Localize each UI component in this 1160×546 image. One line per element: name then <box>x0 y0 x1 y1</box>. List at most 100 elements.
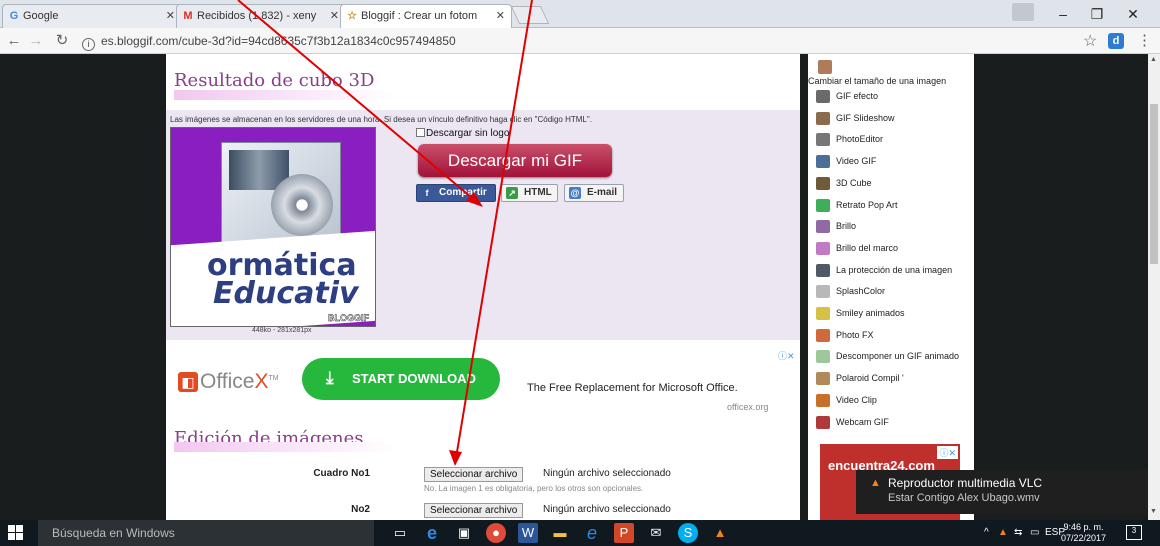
webcam-icon <box>816 415 830 429</box>
file-status-1: Ningún archivo seleccionado <box>543 468 671 479</box>
user-profile-button[interactable] <box>1012 3 1034 21</box>
sidebar-item[interactable]: Photo FX <box>816 327 874 347</box>
windows-start-icon[interactable] <box>8 525 24 541</box>
windows-taskbar: Búsqueda en Windows ▭ e ▣ ● W ▬ e P ✉ S … <box>0 520 1160 546</box>
chrome-icon[interactable]: ● <box>486 523 506 543</box>
network-icon[interactable]: ⇆ <box>1014 520 1022 546</box>
sidebar-item[interactable]: Smiley animados <box>816 305 905 325</box>
restore-icon[interactable]: ❐ <box>1082 4 1112 24</box>
adchoices-icon[interactable]: ⓘ✕ <box>778 349 795 362</box>
powerpoint-icon[interactable]: P <box>614 523 634 543</box>
download-gif-button[interactable]: Descargar mi GIF <box>418 144 612 177</box>
decompose-icon <box>816 350 830 364</box>
tools-sidebar: Cambiar el tamaño de una imagen GIF efec… <box>808 54 974 520</box>
sidebar-item[interactable]: 3D Cube <box>816 175 872 195</box>
tab-strip: G Google ✕ M Recibidos (1.832) - xeny ✕ … <box>0 0 1160 29</box>
sidebar-item[interactable]: Webcam GIF <box>816 414 889 434</box>
sidebar-item-label: PhotoEditor <box>836 134 884 145</box>
edge-icon[interactable]: e <box>422 523 442 543</box>
field-hint: No. La imagen 1 es obligatoria, pero los… <box>424 484 644 493</box>
vlc-notification[interactable]: ▲ Reproductor multimedia VLC Estar Conti… <box>856 470 1148 514</box>
sidebar-item[interactable]: SplashColor <box>816 283 885 303</box>
sidebar-item[interactable]: Retrato Pop Art <box>816 197 898 217</box>
video-clip-icon <box>816 393 830 407</box>
action-center-icon[interactable]: 3 <box>1126 525 1142 540</box>
sidebar-item[interactable]: Video Clip <box>816 392 877 412</box>
vlc-icon[interactable]: ▲ <box>710 523 730 543</box>
menu-icon[interactable]: ⋮ <box>1137 31 1152 49</box>
bookmark-star-icon[interactable]: ☆ <box>1083 31 1097 51</box>
vlc-cone-icon: ▲ <box>870 477 881 489</box>
html-code-button[interactable]: ↗ HTML <box>501 184 558 202</box>
task-view-icon[interactable]: ▭ <box>390 523 410 543</box>
back-icon[interactable]: ← <box>4 31 24 51</box>
sidebar-item[interactable]: PhotoEditor <box>816 131 883 151</box>
smiley-icon <box>816 307 830 320</box>
bloggif-favicon-icon: ☆ <box>347 10 357 22</box>
battery-icon[interactable]: ▭ <box>1030 520 1039 546</box>
email-button[interactable]: @ E-mail <box>564 184 624 202</box>
tab-gmail[interactable]: M Recibidos (1.832) - xeny ✕ <box>176 4 346 28</box>
tab-bloggif[interactable]: ☆ Bloggif : Crear un fotom ✕ <box>340 4 512 29</box>
window-close-icon[interactable]: ✕ <box>1118 4 1148 24</box>
sidebar-item-label: GIF Slideshow <box>836 112 895 123</box>
start-download-label: START DOWNLOAD <box>352 371 476 386</box>
officex-logo-icon: ◧ <box>178 372 198 392</box>
file-select-button-1[interactable]: Seleccionar archivo <box>424 467 524 482</box>
facebook-icon: f <box>425 188 429 198</box>
tray-vlc-icon[interactable]: ▲ <box>998 520 1008 546</box>
sidebar-item[interactable]: Video GIF <box>816 153 876 173</box>
address-bar[interactable]: i es.bloggif.com/cube-3d?id=94cd8635c7f3b… <box>82 31 1060 51</box>
scrollbar-thumb[interactable] <box>1150 104 1158 264</box>
scroll-down-icon[interactable]: ▼ <box>1150 508 1157 515</box>
storage-note: Las imágenes se almacenan en los servido… <box>170 115 592 124</box>
info-icon[interactable]: i <box>82 38 95 51</box>
resize-icon <box>818 60 832 74</box>
result-title: Resultado de cubo 3D <box>174 70 375 91</box>
sidebar-item-label: Brillo del marco <box>836 242 899 253</box>
sidebar-item[interactable]: Polaroid Compil ' <box>816 370 904 390</box>
new-tab-button[interactable] <box>510 6 550 24</box>
checkbox-box[interactable] <box>416 128 425 137</box>
sidebar-item[interactable]: Brillo <box>816 218 856 238</box>
tab-google[interactable]: G Google ✕ <box>2 4 182 28</box>
share-facebook-button[interactable]: f Compartir <box>416 184 496 202</box>
file-select-button-2[interactable]: Seleccionar archivo <box>424 503 524 518</box>
taskbar-search-input[interactable]: Búsqueda en Windows <box>38 520 374 546</box>
internet-explorer-icon[interactable]: e <box>582 523 602 543</box>
sidebar-head[interactable]: Cambiar el tamaño de una imagen <box>808 76 946 86</box>
file-status-2: Ningún archivo seleccionado <box>543 504 671 515</box>
ad-url[interactable]: officex.org <box>727 402 768 412</box>
adchoices-icon[interactable]: ⓘ✕ <box>937 446 958 459</box>
close-icon[interactable]: ✕ <box>330 5 339 27</box>
gif-info: 448ko - 281x281px <box>252 327 312 334</box>
skype-icon[interactable]: S <box>678 523 698 543</box>
sidebar-item[interactable]: GIF efecto <box>816 88 878 108</box>
cube-gif-preview[interactable]: ormática Educativ BLOGGIF <box>170 127 376 327</box>
close-icon[interactable]: ✕ <box>496 5 505 27</box>
scroll-up-icon[interactable]: ▲ <box>1150 56 1157 63</box>
clock-time: 9:46 p. m. <box>1063 522 1104 532</box>
mail-icon[interactable]: ✉ <box>646 523 666 543</box>
pop-art-icon <box>816 198 830 212</box>
sidebar-item[interactable]: La protección de una imagen <box>816 262 952 282</box>
word-icon[interactable]: W <box>518 523 538 543</box>
extension-d-icon[interactable]: d <box>1108 33 1124 49</box>
sidebar-item[interactable]: Brillo del marco <box>816 240 898 260</box>
tray-chevron-icon[interactable]: ^ <box>984 520 989 546</box>
forward-icon[interactable]: → <box>26 31 46 51</box>
close-icon[interactable]: ✕ <box>166 5 175 27</box>
start-download-button[interactable]: ⤓ START DOWNLOAD <box>302 358 500 400</box>
file-explorer-icon[interactable]: ▬ <box>550 523 570 543</box>
no-logo-checkbox[interactable]: Descargar sin logo <box>416 128 509 139</box>
taskbar-clock[interactable]: 9:46 p. m. 07/22/2017 <box>1061 522 1106 544</box>
gmail-favicon-icon: M <box>183 10 193 22</box>
vertical-scrollbar[interactable]: ▲ ▼ <box>1148 54 1160 520</box>
sidebar-item[interactable]: Descomponer un GIF animado <box>816 348 959 368</box>
store-icon[interactable]: ▣ <box>454 523 474 543</box>
reload-icon[interactable]: ↻ <box>52 31 72 51</box>
field-label-1: Cuadro No1 <box>313 468 370 479</box>
sidebar-item-label: Photo FX <box>836 329 874 340</box>
minimize-icon[interactable]: – <box>1048 4 1078 24</box>
sidebar-item[interactable]: GIF Slideshow <box>816 110 895 130</box>
